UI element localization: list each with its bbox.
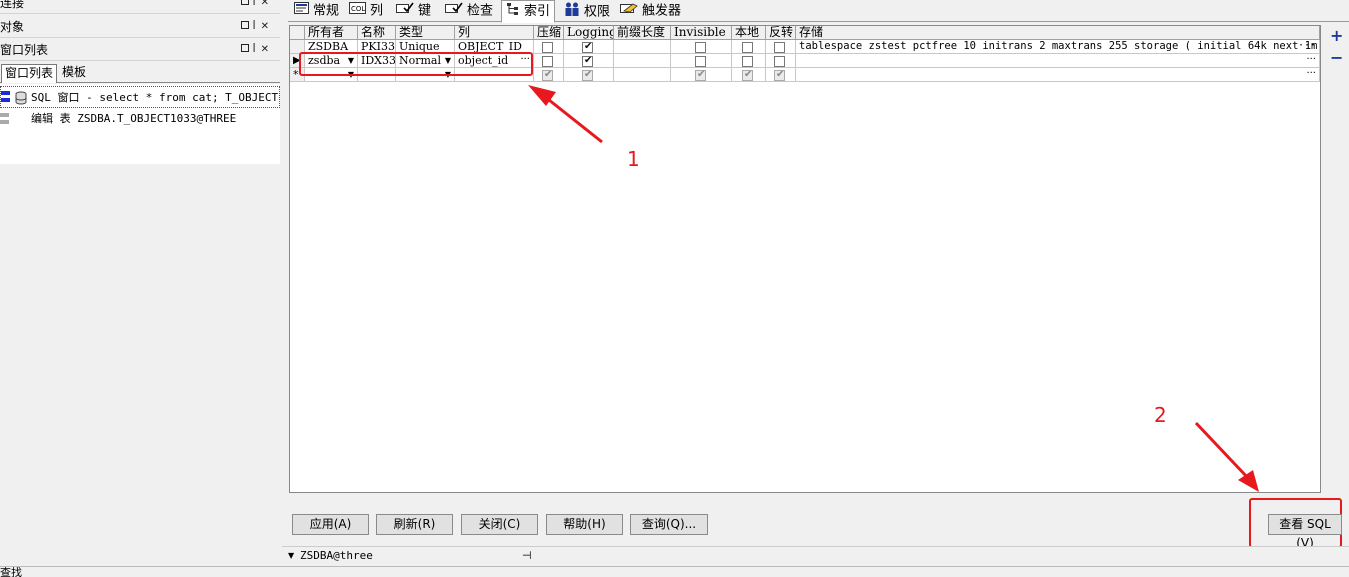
pin-icon[interactable]: ⊣ bbox=[522, 547, 532, 565]
chevron-down-icon[interactable]: ▼ bbox=[288, 547, 294, 565]
annotation-arrows bbox=[528, 85, 1259, 492]
apply-button[interactable]: 应用(A) bbox=[292, 514, 369, 535]
annotation-label-2: 2 bbox=[1154, 403, 1167, 427]
view-sql-button[interactable]: 查看 SQL (V) bbox=[1268, 514, 1342, 550]
find-panel-header[interactable]: 查找 bbox=[0, 566, 1349, 577]
help-button[interactable]: 帮助(H) bbox=[546, 514, 623, 535]
query-button[interactable]: 查询(Q)... bbox=[630, 514, 708, 535]
find-label: 查找 bbox=[0, 566, 22, 577]
connection-status[interactable]: ZSDBA@three bbox=[300, 547, 373, 565]
status-bar: ▼ ZSDBA@three ⊣ bbox=[282, 546, 1349, 564]
close-button[interactable]: 关闭(C) bbox=[461, 514, 538, 535]
annotation-label-1: 1 bbox=[627, 147, 640, 171]
refresh-button[interactable]: 刷新(R) bbox=[376, 514, 453, 535]
arrow-head-2 bbox=[1238, 470, 1259, 492]
